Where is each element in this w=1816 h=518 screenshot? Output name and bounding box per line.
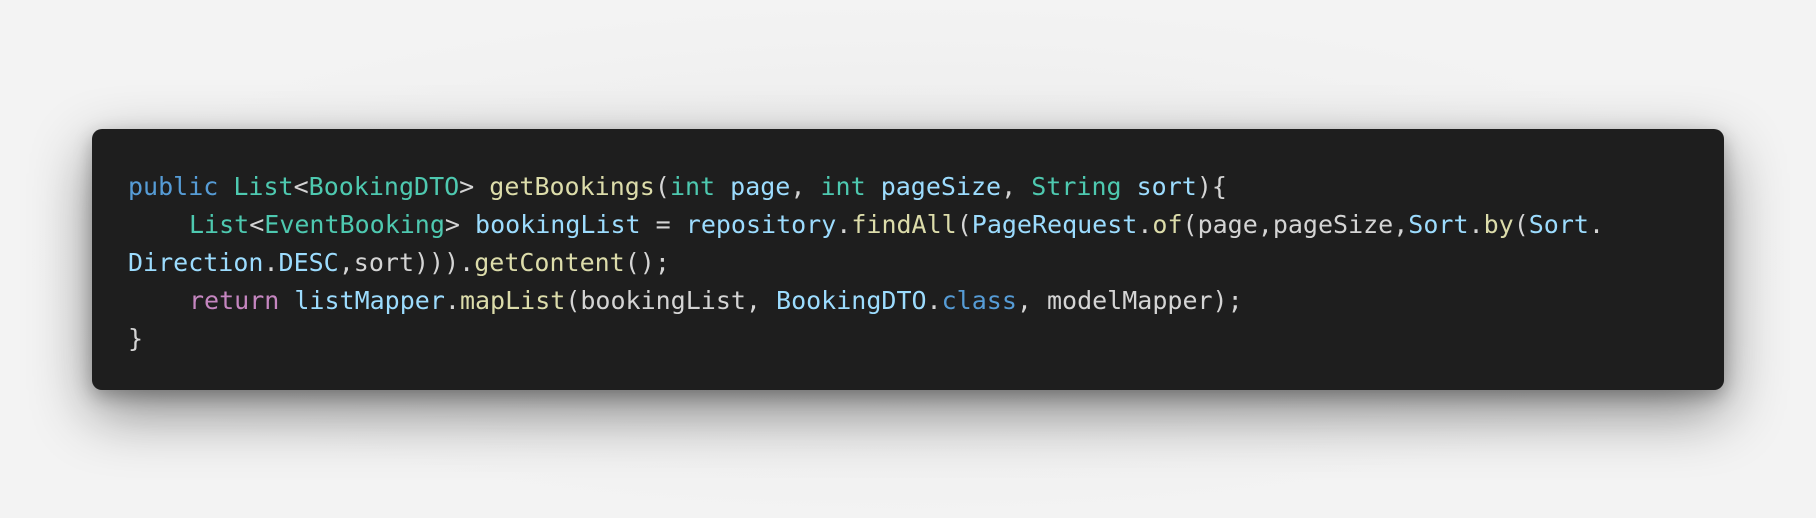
- generic-close: >: [444, 210, 460, 239]
- param-page: page: [730, 172, 791, 201]
- type-list: List: [189, 210, 250, 239]
- type-int: int: [669, 172, 716, 201]
- args: , modelMapper);: [1016, 286, 1243, 315]
- generic-close: >: [459, 172, 475, 201]
- dot: .: [1468, 210, 1484, 239]
- method-of: of: [1152, 210, 1183, 239]
- method-getcontent: getContent: [474, 248, 625, 277]
- type-list: List: [233, 172, 294, 201]
- method-maplist: mapList: [459, 286, 566, 315]
- type-string: String: [1031, 172, 1122, 201]
- param-pagesize: pageSize: [880, 172, 1002, 201]
- keyword-return: return: [189, 286, 280, 315]
- var-repository: repository: [685, 210, 837, 239]
- enum-direction: Direction: [128, 248, 264, 277]
- call-end: ();: [624, 248, 670, 277]
- method-by: by: [1483, 210, 1514, 239]
- class-bookingdto: BookingDTO: [776, 286, 927, 315]
- type-eventbooking: EventBooking: [264, 210, 445, 239]
- class-sort: Sort: [1408, 210, 1469, 239]
- code-line-3: Direction.DESC,sort))).getContent();: [128, 244, 1688, 282]
- code-line-2: List<EventBooking> bookingList = reposit…: [128, 206, 1688, 244]
- class-pagerequest: PageRequest: [971, 210, 1138, 239]
- assign: =: [640, 210, 686, 239]
- keyword-class: class: [941, 286, 1017, 315]
- method-findall: findAll: [851, 210, 957, 239]
- generic-open: <: [249, 210, 265, 239]
- comma: ,: [790, 172, 821, 201]
- dot: .: [836, 210, 852, 239]
- var-bookinglist: bookingList: [475, 210, 641, 239]
- dot: .: [1588, 210, 1605, 239]
- paren-open: (: [1513, 210, 1529, 239]
- type-int: int: [820, 172, 866, 201]
- code-line-1: public List<BookingDTO> getBookings(int …: [128, 168, 1688, 206]
- dot: .: [926, 286, 942, 315]
- code-line-4: return listMapper.mapList(bookingList, B…: [128, 282, 1688, 320]
- dot: .: [444, 286, 460, 315]
- brace-close: }: [128, 324, 144, 353]
- dot: .: [263, 248, 279, 277]
- var-listmapper: listMapper: [294, 286, 445, 315]
- method-getbookings: getBookings: [489, 172, 655, 201]
- code-line-5: }: [128, 320, 1688, 358]
- args: ,sort))).: [338, 248, 475, 277]
- class-sort: Sort: [1528, 210, 1589, 239]
- enum-desc: DESC: [278, 248, 339, 277]
- keyword-public: public: [128, 172, 219, 201]
- args: (page,pageSize,: [1182, 210, 1409, 239]
- generic-open: <: [293, 172, 309, 201]
- type-bookingdto: BookingDTO: [308, 172, 460, 201]
- paren-open: (: [654, 172, 670, 201]
- paren-open: (: [956, 210, 972, 239]
- param-sort: sort: [1136, 172, 1197, 201]
- comma: ,: [1001, 172, 1032, 201]
- code-block[interactable]: public List<BookingDTO> getBookings(int …: [92, 129, 1724, 390]
- paren-brace: ){: [1196, 172, 1227, 201]
- dot: .: [1137, 210, 1153, 239]
- args: (bookingList,: [565, 286, 777, 315]
